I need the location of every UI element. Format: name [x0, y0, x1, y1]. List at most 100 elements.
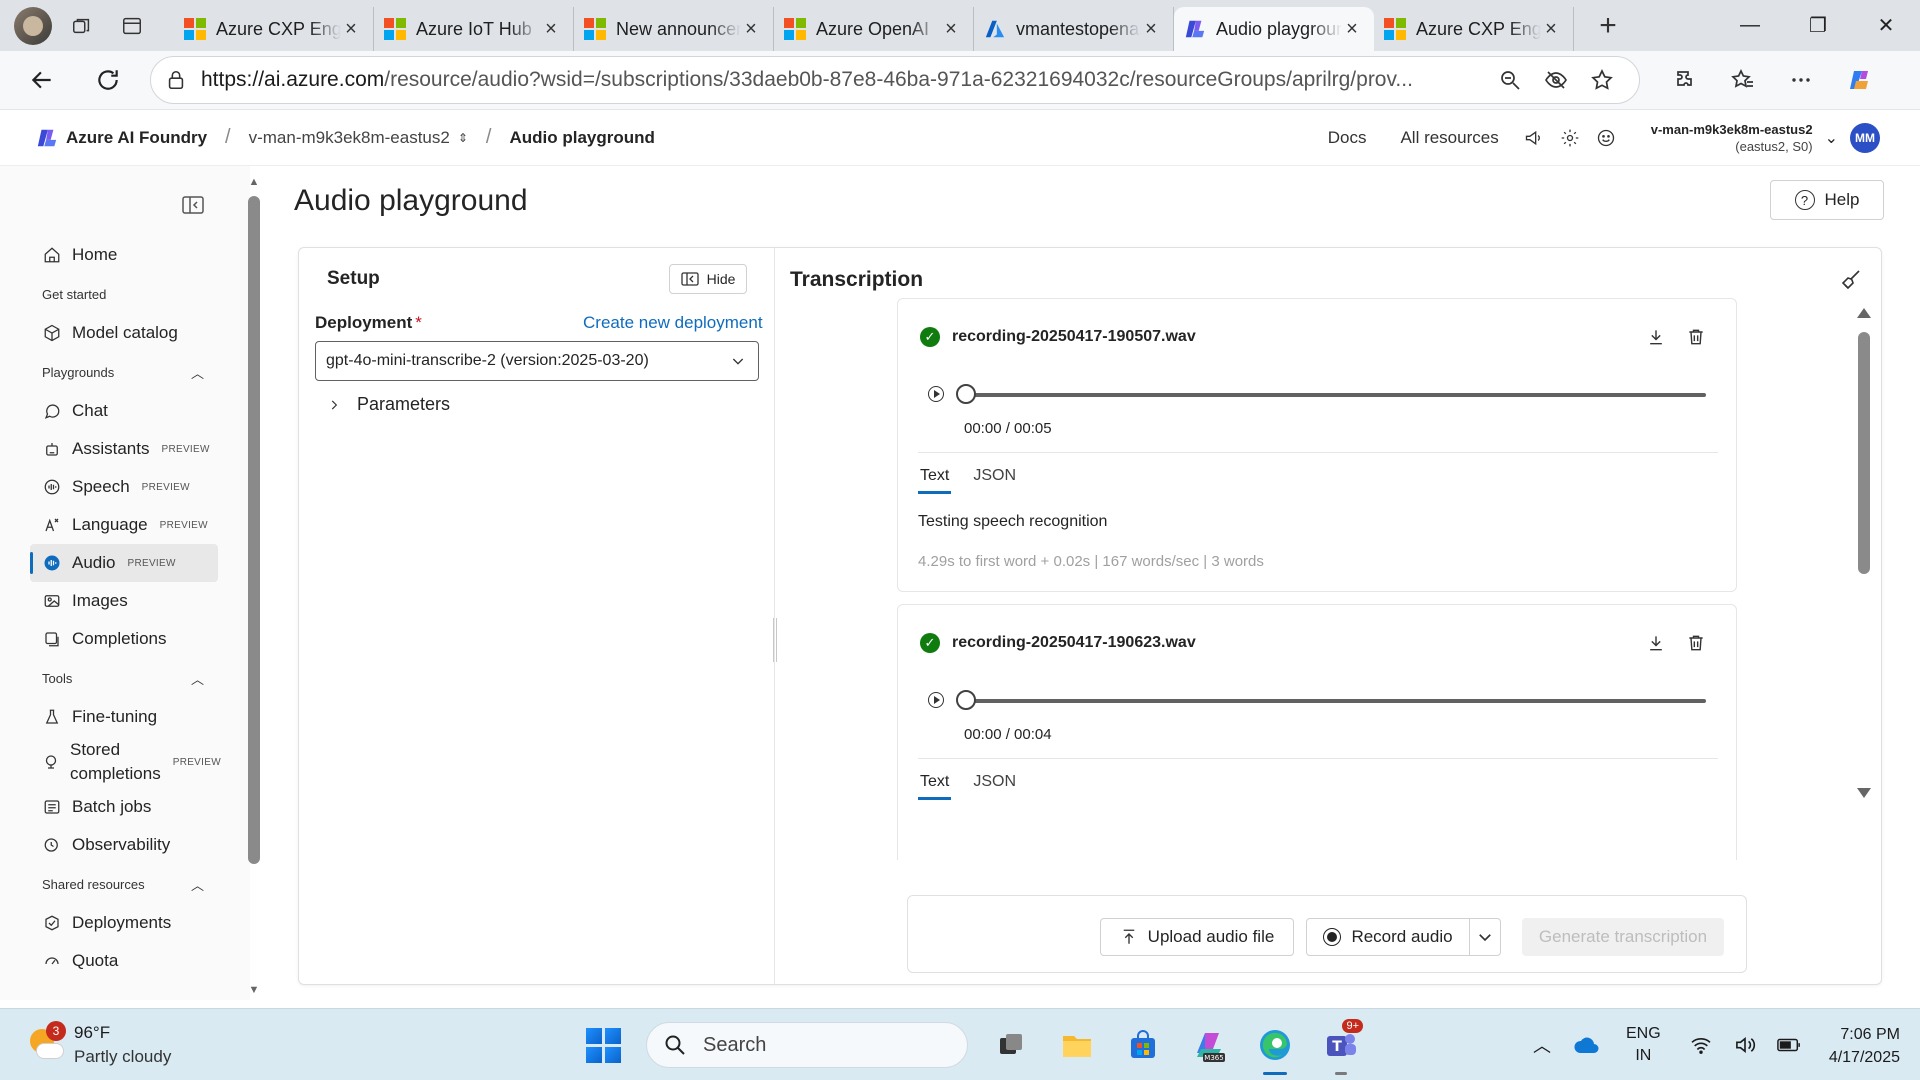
announcements-icon[interactable]	[1523, 127, 1545, 149]
download-icon[interactable]	[1646, 327, 1666, 347]
onedrive-cloud-icon[interactable]	[1570, 1029, 1602, 1061]
audio-progress-thumb[interactable]	[956, 384, 976, 404]
system-clock[interactable]: 7:06 PM 4/17/2025	[1800, 1023, 1900, 1069]
nav-speech[interactable]: Speech PREVIEW	[30, 468, 218, 506]
chevron-up-icon[interactable]: ︿	[191, 875, 204, 894]
tab-json[interactable]: JSON	[971, 769, 1018, 800]
language-indicator[interactable]: ENG IN	[1626, 1023, 1661, 1067]
download-icon[interactable]	[1646, 633, 1666, 653]
m365-button[interactable]: M365	[1183, 1019, 1235, 1071]
feedback-smiley-icon[interactable]	[1595, 127, 1617, 149]
browser-tab[interactable]: Azure OpenAI ×	[774, 7, 974, 51]
browser-tab[interactable]: Azure CXP Engagement ×	[174, 7, 374, 51]
clear-brush-icon[interactable]	[1839, 268, 1863, 292]
scroll-up-arrow-icon[interactable]: ▲	[248, 176, 260, 188]
nav-fine-tuning[interactable]: Fine-tuning	[30, 698, 218, 736]
chevron-up-icon[interactable]: ︿	[1526, 1029, 1558, 1061]
nav-model-catalog[interactable]: Model catalog	[30, 314, 218, 352]
browser-tab[interactable]: Azure IoT Hub ×	[374, 7, 574, 51]
parameters-expander[interactable]: Parameters	[327, 394, 450, 415]
store-button[interactable]	[1117, 1019, 1169, 1071]
tab-text[interactable]: Text	[918, 463, 952, 494]
nav-stored-completions[interactable]: Stored completions PREVIEW	[30, 736, 221, 788]
settings-gear-icon[interactable]	[1559, 127, 1581, 149]
start-button[interactable]	[577, 1019, 629, 1071]
wifi-icon[interactable]	[1685, 1029, 1717, 1061]
task-view-button[interactable]	[985, 1019, 1037, 1071]
upload-audio-button[interactable]: Upload audio file	[1100, 918, 1294, 956]
play-button[interactable]	[928, 386, 944, 402]
favorite-star-icon[interactable]	[1579, 57, 1625, 103]
scroll-down-arrow-icon[interactable]	[1857, 788, 1871, 798]
url-input[interactable]: https://ai.azure.com/resource/audio?wsid…	[150, 56, 1640, 104]
scrollbar-thumb[interactable]	[248, 196, 260, 864]
nav-completions[interactable]: Completions	[30, 620, 218, 658]
close-tab-icon[interactable]: ×	[541, 18, 561, 40]
profile-avatar[interactable]	[14, 6, 52, 45]
brand-link[interactable]: Azure AI Foundry	[66, 128, 207, 148]
zoom-out-icon[interactable]	[1487, 57, 1533, 103]
chevron-down-icon[interactable]: ⌄	[1825, 128, 1838, 148]
close-tab-icon[interactable]: ×	[1141, 18, 1161, 40]
extensions-icon[interactable]	[1662, 57, 1708, 103]
avatar[interactable]: MM	[1850, 122, 1880, 153]
delete-trash-icon[interactable]	[1686, 327, 1706, 347]
weather-widget[interactable]: 3 96°F Partly cloudy	[26, 1021, 171, 1069]
section-shared-resources[interactable]: Shared resources ︿	[30, 864, 218, 904]
record-options-dropdown[interactable]	[1469, 918, 1501, 956]
nav-deployments[interactable]: Deployments	[30, 904, 218, 942]
file-explorer-button[interactable]	[1051, 1019, 1103, 1071]
pane-splitter[interactable]	[773, 618, 777, 662]
restore-button[interactable]: ❐	[1784, 0, 1852, 51]
play-button[interactable]	[928, 692, 944, 708]
tab-text[interactable]: Text	[918, 769, 952, 800]
chevron-up-icon[interactable]: ︿	[191, 363, 204, 382]
nav-audio[interactable]: Audio PREVIEW	[30, 544, 218, 582]
nav-chat[interactable]: Chat	[30, 392, 218, 430]
copilot-icon[interactable]	[1836, 57, 1882, 103]
teams-button[interactable]: T 9+	[1315, 1019, 1367, 1075]
minimize-button[interactable]: —	[1716, 0, 1784, 51]
more-menu-icon[interactable]	[1778, 57, 1824, 103]
delete-trash-icon[interactable]	[1686, 633, 1706, 653]
close-tab-icon[interactable]: ×	[941, 18, 961, 40]
create-deployment-link[interactable]: Create new deployment	[583, 313, 763, 333]
scroll-up-arrow-icon[interactable]	[1857, 308, 1871, 318]
nav-batch-jobs[interactable]: Batch jobs	[30, 788, 218, 826]
nav-images[interactable]: Images	[30, 582, 218, 620]
browser-tab[interactable]: vmantestopenai ×	[974, 7, 1174, 51]
nav-language[interactable]: Language PREVIEW	[30, 506, 218, 544]
audio-progress-thumb[interactable]	[956, 690, 976, 710]
close-window-button[interactable]: ✕	[1852, 0, 1920, 51]
close-tab-icon[interactable]: ×	[741, 18, 761, 40]
browser-tab[interactable]: New announcement ×	[574, 7, 774, 51]
favorites-icon[interactable]	[1720, 57, 1766, 103]
transcription-scrollbar[interactable]	[1857, 308, 1871, 798]
refresh-button[interactable]	[84, 56, 132, 104]
scroll-down-arrow-icon[interactable]: ▼	[248, 984, 260, 996]
deployment-select[interactable]: gpt-4o-mini-transcribe-2 (version:2025-0…	[315, 341, 759, 381]
nav-home[interactable]: Home	[30, 236, 218, 274]
vertical-tabs-icon[interactable]	[112, 6, 152, 46]
docs-link[interactable]: Docs	[1328, 128, 1367, 148]
lock-icon[interactable]	[165, 69, 187, 91]
close-tab-icon[interactable]: ×	[341, 18, 361, 40]
chevron-up-icon[interactable]: ︿	[191, 669, 204, 688]
section-tools[interactable]: Tools ︿	[30, 658, 218, 698]
audio-progress-track[interactable]	[966, 393, 1706, 397]
new-tab-button[interactable]: +	[1586, 4, 1630, 48]
hide-setup-button[interactable]: Hide	[669, 264, 747, 294]
breadcrumb-project[interactable]: v-man-m9k3ek8m-eastus2 ⇕	[249, 128, 468, 148]
record-audio-button[interactable]: Record audio	[1306, 918, 1470, 956]
nav-assistants[interactable]: Assistants PREVIEW	[30, 430, 218, 468]
nav-observability[interactable]: Observability	[30, 826, 218, 864]
back-button[interactable]	[18, 56, 66, 104]
browser-tab[interactable]: Azure CXP Engagement ×	[1374, 7, 1574, 51]
taskbar-search[interactable]: Search	[646, 1022, 968, 1068]
scrollbar-thumb[interactable]	[1858, 332, 1870, 574]
close-tab-icon[interactable]: ×	[1342, 18, 1362, 40]
tracking-prevention-icon[interactable]	[1533, 57, 1579, 103]
help-button[interactable]: ? Help	[1770, 180, 1884, 220]
collapse-nav-icon[interactable]	[182, 196, 204, 214]
edge-button[interactable]	[1249, 1019, 1301, 1075]
